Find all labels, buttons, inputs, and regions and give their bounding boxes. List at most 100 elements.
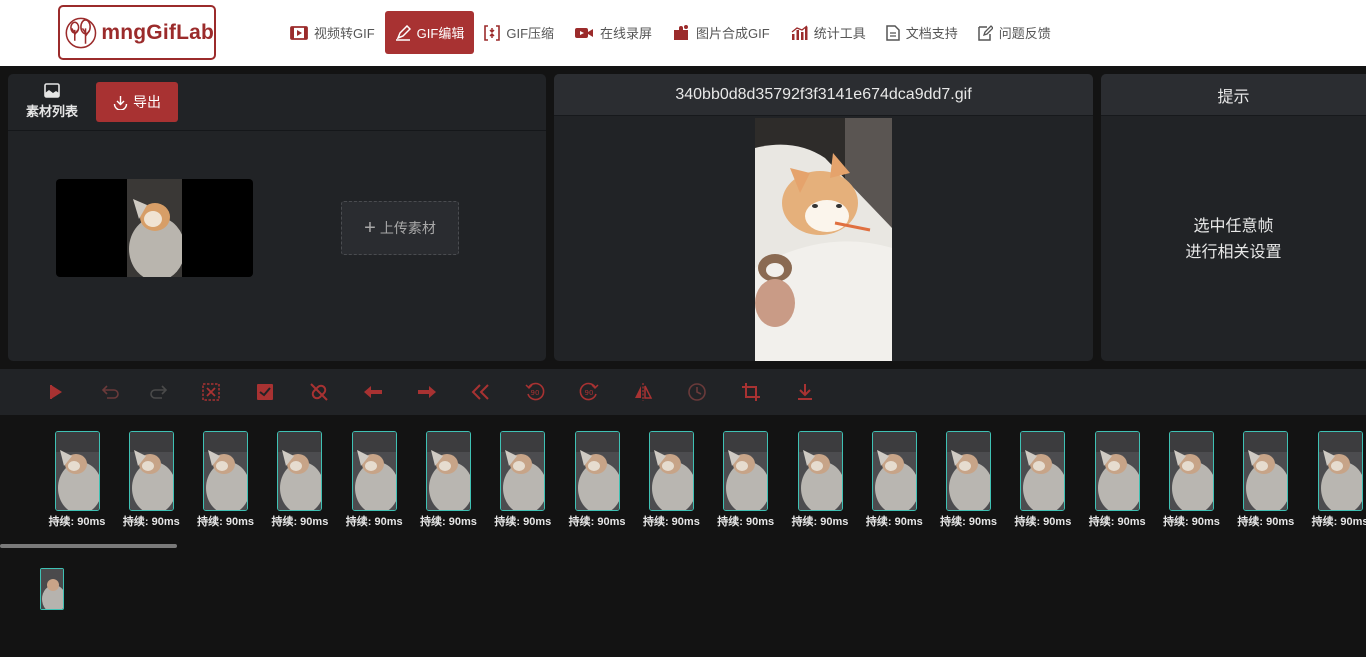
material-thumbnail[interactable] bbox=[56, 179, 253, 277]
frame-item[interactable]: 持续: 90ms bbox=[344, 431, 404, 529]
nav-gif-edit[interactable]: GIF编辑 bbox=[384, 11, 475, 54]
frame-item[interactable]: 持续: 90ms bbox=[939, 431, 999, 529]
frame-duration: 持续: 90ms bbox=[717, 516, 775, 528]
plus-icon: + bbox=[364, 216, 376, 239]
move-left-button[interactable] bbox=[362, 381, 384, 403]
frame-item[interactable]: 持续: 90ms bbox=[567, 431, 627, 529]
frame-duration: 持续: 90ms bbox=[48, 516, 106, 528]
cat-frame-image bbox=[724, 432, 768, 510]
frame-duration: 持续: 90ms bbox=[494, 516, 552, 528]
arrow-right-icon bbox=[418, 386, 436, 398]
cat-frame-image bbox=[427, 432, 470, 510]
unlink-button[interactable] bbox=[308, 381, 330, 403]
nav-gif-compress[interactable]: GIF压缩 bbox=[474, 11, 564, 54]
tree-logo-icon bbox=[65, 17, 97, 48]
frame-toolbar: 90 90 bbox=[0, 369, 1366, 415]
frame-thumbnail bbox=[946, 431, 992, 511]
frame-item[interactable]: 持续: 90ms bbox=[196, 431, 256, 529]
frame-item[interactable]: 持续: 90ms bbox=[419, 431, 479, 529]
frame-thumbnail bbox=[1094, 431, 1140, 511]
frame-item[interactable]: 持续: 90ms bbox=[1236, 431, 1296, 529]
materials-list-button[interactable]: 素材列表 bbox=[22, 83, 82, 120]
play-button[interactable] bbox=[45, 381, 67, 403]
upload-material-button[interactable]: + 上传素材 bbox=[341, 201, 459, 255]
reverse-button[interactable] bbox=[470, 381, 492, 403]
frame-item[interactable]: 持续: 90ms bbox=[1013, 431, 1073, 529]
frame-thumbnail bbox=[203, 431, 249, 511]
selected-frame-thumbnail[interactable] bbox=[40, 568, 64, 610]
materials-list-label: 素材列表 bbox=[25, 104, 78, 119]
materials-header: 素材列表 导出 bbox=[8, 74, 546, 131]
redo-button[interactable] bbox=[149, 381, 171, 403]
nav-screen-record[interactable]: 在线录屏 bbox=[564, 11, 662, 54]
frame-item[interactable]: 持续: 90ms bbox=[121, 431, 181, 529]
download-icon bbox=[113, 95, 128, 110]
redo-icon bbox=[150, 385, 168, 399]
crop-icon bbox=[742, 383, 760, 401]
move-right-button[interactable] bbox=[416, 381, 438, 403]
frame-item[interactable]: 持续: 90ms bbox=[864, 431, 924, 529]
cat-frame-image bbox=[501, 432, 545, 510]
frame-item[interactable]: 持续: 90ms bbox=[716, 431, 776, 529]
cat-frame-image bbox=[1170, 432, 1213, 510]
frame-item[interactable]: 持续: 90ms bbox=[1310, 431, 1366, 529]
flip-horizontal-button[interactable] bbox=[632, 381, 654, 403]
svg-text:90: 90 bbox=[585, 389, 594, 397]
frame-item[interactable]: 持续: 90ms bbox=[641, 431, 701, 529]
nav-label: 统计工具 bbox=[813, 26, 866, 41]
frame-duration: 持续: 90ms bbox=[1014, 516, 1072, 528]
materials-panel: 素材列表 导出 + 上传素材 bbox=[8, 74, 546, 361]
clock-icon bbox=[688, 383, 706, 401]
frame-duration: 持续: 90ms bbox=[197, 516, 255, 528]
nav-label: GIF压缩 bbox=[506, 26, 555, 41]
nav-label: 图片合成GIF bbox=[696, 26, 770, 41]
nav-images-to-gif[interactable]: 图片合成GIF bbox=[662, 11, 780, 54]
top-header: mngGifLab 视频转GIF GIF编辑 GIF压缩 在线录屏 图片合成GI… bbox=[0, 0, 1366, 66]
undo-button[interactable] bbox=[98, 381, 120, 403]
nav-feedback[interactable]: 问题反馈 bbox=[968, 11, 1061, 54]
nav-label: 问题反馈 bbox=[998, 26, 1051, 41]
nav-statistics[interactable]: 统计工具 bbox=[780, 11, 876, 54]
frames-scrollbar[interactable] bbox=[0, 544, 177, 548]
nav-label: GIF编辑 bbox=[416, 26, 465, 41]
frame-duration: 持续: 90ms bbox=[568, 516, 626, 528]
download-icon bbox=[798, 384, 812, 400]
cat-frame-image bbox=[129, 432, 173, 510]
tips-title: 提示 bbox=[1101, 74, 1366, 116]
export-button[interactable]: 导出 bbox=[96, 82, 178, 122]
select-all-button[interactable] bbox=[254, 381, 276, 403]
frame-item[interactable]: 持续: 90ms bbox=[790, 431, 850, 529]
frame-item[interactable]: 持续: 90ms bbox=[493, 431, 553, 529]
cat-frame-image bbox=[798, 432, 842, 510]
nav-video-to-gif[interactable]: 视频转GIF bbox=[280, 11, 385, 54]
tips-text: 选中任意帧 进行相关设置 bbox=[1101, 214, 1366, 266]
logo[interactable]: mngGifLab bbox=[58, 5, 216, 60]
cat-frame-image bbox=[41, 569, 63, 609]
frame-item[interactable]: 持续: 90ms bbox=[270, 431, 330, 529]
nav-docs[interactable]: 文档支持 bbox=[876, 11, 968, 54]
frame-item[interactable]: 持续: 90ms bbox=[47, 431, 107, 529]
frame-duration: 持续: 90ms bbox=[345, 516, 403, 528]
delete-selection-button[interactable] bbox=[200, 381, 222, 403]
preview-panel: 340bb0d8d35792f3f3141e674dca9dd7.gif bbox=[554, 74, 1093, 361]
frame-duration: 持续: 90ms bbox=[1163, 516, 1220, 528]
download-frame-button[interactable] bbox=[794, 381, 816, 403]
delay-button[interactable] bbox=[686, 381, 708, 403]
frames-strip: 持续: 90ms 持续: 90ms 持续: 90ms 持续: 90ms 持续: 90ms… bbox=[0, 415, 1366, 545]
frame-thumbnail bbox=[54, 431, 100, 511]
bar-chart-icon bbox=[791, 24, 808, 40]
frame-thumbnail bbox=[426, 431, 471, 511]
frame-thumbnail bbox=[723, 431, 769, 511]
frame-thumbnail bbox=[648, 431, 694, 511]
cat-frame-image bbox=[947, 432, 991, 510]
delete-selection-icon bbox=[202, 383, 220, 401]
arrow-left-icon bbox=[364, 386, 382, 398]
rotate-left-button[interactable]: 90 bbox=[524, 381, 546, 403]
preview-filename: 340bb0d8d35792f3f3141e674dca9dd7.gif bbox=[554, 74, 1093, 116]
crop-button[interactable] bbox=[740, 381, 762, 403]
rotate-right-button[interactable]: 90 bbox=[578, 381, 600, 403]
frame-duration: 持续: 90ms bbox=[865, 516, 923, 528]
nav-label: 视频转GIF bbox=[314, 26, 375, 41]
frame-item[interactable]: 持续: 90ms bbox=[1162, 431, 1222, 529]
frame-item[interactable]: 持续: 90ms bbox=[1087, 431, 1147, 529]
